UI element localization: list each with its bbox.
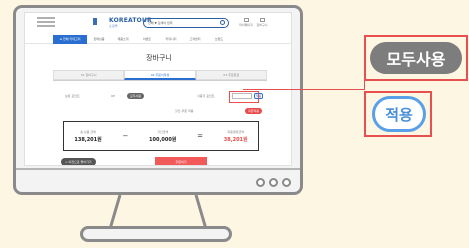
coupon-button[interactable]: 쿠폰적용 (245, 108, 263, 114)
logo-placeholder (37, 17, 55, 27)
monitor-frame: KOREATOUR 쇼핑몰 전체 ▼ 검색어 입력 마이페이지 장바구니 ≡ 전… (13, 5, 303, 195)
tab-cart[interactable]: 01 장바구니 (53, 70, 125, 80)
page-title: 장바구니 (146, 54, 172, 62)
tab-order-complete[interactable]: 03 주문완료 (195, 70, 267, 80)
equals-sign: = (197, 132, 204, 140)
price-summary: 총 상품 금액 138,201원 − 할인금액 100,000원 = 최종결제금… (63, 121, 259, 151)
back-button[interactable]: < 이전으로 돌아가기 (61, 158, 96, 165)
monitor-chin-divider (16, 168, 300, 170)
checkout-steps: 01 장바구니 02 주문서작성 03 주문완료 (53, 70, 267, 81)
nav-item[interactable]: 고객센터 (183, 37, 207, 41)
monitor-button-icon (282, 178, 291, 187)
monitor-buttons (256, 178, 291, 187)
monitor-button-icon (269, 178, 278, 187)
tab-order-form[interactable]: 02 주문서작성 (124, 70, 196, 80)
nav-item[interactable]: 판매상품 (87, 37, 111, 41)
apply-callout-button[interactable]: 적용 (372, 96, 426, 132)
search-input[interactable]: 전체 ▼ 검색어 입력 (143, 18, 229, 28)
category-menu-button[interactable]: ≡ 전체 카테고리 (53, 34, 87, 44)
monitor-button-icon (256, 178, 265, 187)
final-price: 최종결제금액 38,201원 (223, 129, 248, 143)
discount-price: 할인금액 100,000원 (149, 129, 177, 143)
main-nav: ≡ 전체 카테고리 판매상품 제품소개 이벤트 커뮤니티 고객센터 브랜드 (25, 34, 291, 44)
bookmark-icon[interactable] (93, 18, 97, 25)
use-all-button[interactable]: 모두사용 (127, 93, 145, 99)
mypage-icon[interactable]: 마이페이지 (239, 18, 253, 27)
use-all-callout-button[interactable]: 모두사용 (370, 42, 462, 74)
coupon-row: 할인 쿠폰 적용 쿠폰적용 (175, 108, 275, 116)
coupon-label: 할인 쿠폰 적용 (175, 109, 194, 113)
nav-item[interactable]: 커뮤니티 (159, 37, 183, 41)
total-price: 총 상품 금액 138,201원 (74, 129, 102, 143)
action-row: < 이전으로 돌아가기 주문하기 (61, 157, 261, 165)
cart-icon[interactable]: 장바구니 (255, 18, 269, 27)
nav-item[interactable]: 브랜드 (207, 37, 231, 41)
points-label: 보유 포인트 (65, 94, 80, 98)
minus-sign: − (122, 132, 129, 140)
use-points-label: 사용할 포인트 (197, 94, 215, 98)
search-icon[interactable] (220, 20, 225, 25)
monitor-base (80, 226, 232, 242)
site-header: KOREATOUR 쇼핑몰 전체 ▼ 검색어 입력 마이페이지 장바구니 (25, 13, 291, 33)
nav-item[interactable]: 제품소개 (111, 37, 135, 41)
order-button[interactable]: 주문하기 (155, 157, 207, 165)
callout-line (243, 89, 365, 90)
nav-item[interactable]: 이벤트 (135, 37, 159, 41)
points-value: 0P (111, 94, 115, 98)
highlight-apply-area (229, 91, 259, 103)
